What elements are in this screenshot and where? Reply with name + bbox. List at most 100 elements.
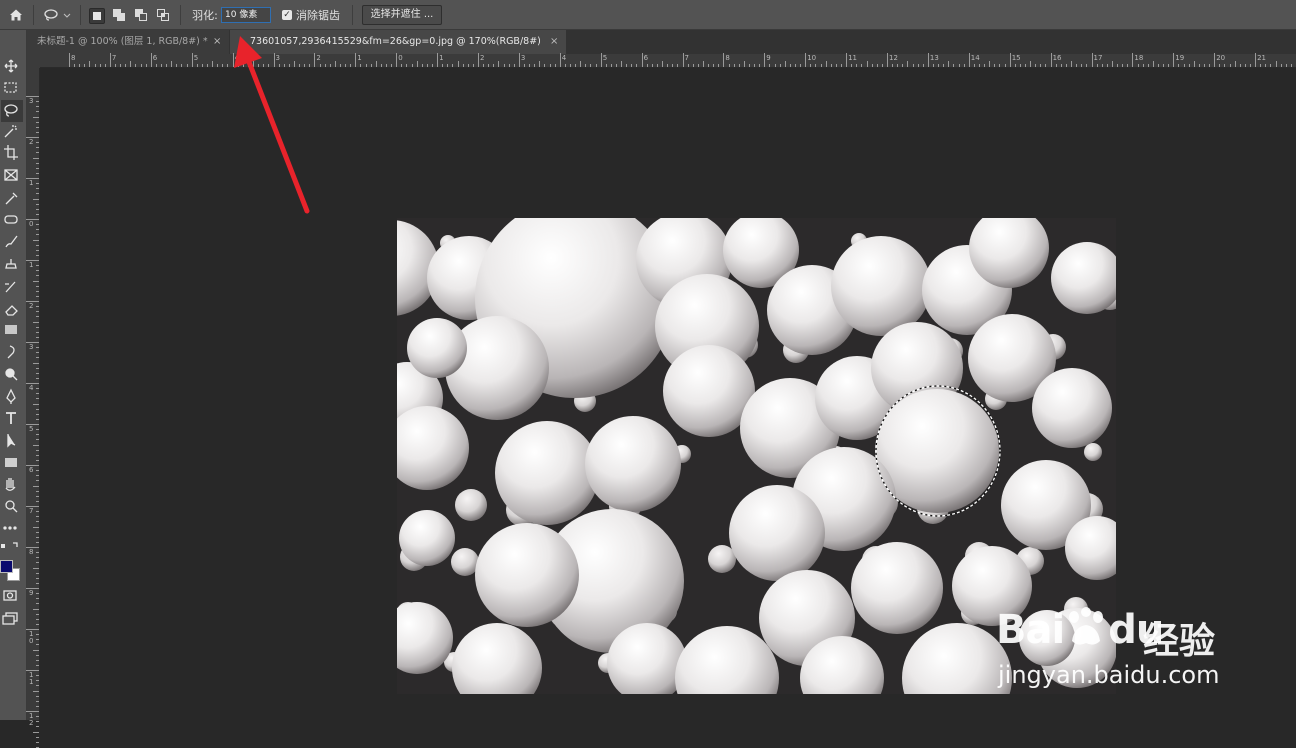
ruler-label: 11 [848, 54, 858, 62]
dodge-icon[interactable] [5, 368, 18, 381]
ruler-label: 2 [480, 54, 485, 62]
ruler-label: 21 [1257, 54, 1267, 62]
ruler-label: 14 [970, 54, 980, 62]
ruler-label: 16 [1052, 54, 1062, 62]
hand-icon[interactable] [5, 478, 16, 491]
path-select-icon[interactable] [7, 434, 16, 448]
sphere [831, 236, 931, 336]
ruler-label: 12 [889, 54, 898, 62]
antialias-checkbox[interactable]: ✓ [282, 10, 292, 20]
type-icon[interactable] [6, 412, 16, 424]
ruler-label: 19 [1175, 54, 1185, 62]
history-brush-icon[interactable] [5, 281, 16, 293]
vertical-ruler[interactable]: 32101234567891 01 11 2 [26, 68, 40, 748]
ruler-label: 7 [684, 54, 689, 62]
tab-image[interactable]: 73601057,2936415529&fm=26&gp=0.jpg @ 170… [230, 30, 566, 54]
tab-label: 未标题-1 @ 100% (图层 1, RGB/8#) * [37, 36, 208, 47]
ruler-label: 3 [520, 54, 526, 62]
antialias-label: 消除锯齿 [296, 9, 340, 22]
home-icon[interactable] [6, 0, 26, 30]
zoom-icon[interactable] [5, 500, 18, 513]
jingyan-label: 经验 [1143, 621, 1216, 662]
subtract-selection-icon[interactable] [134, 8, 148, 22]
rectangle-icon[interactable] [5, 458, 17, 467]
sphere [407, 318, 467, 378]
sphere [455, 489, 487, 521]
ruler-label: 0 [398, 54, 403, 62]
ruler-label: 4 [561, 54, 567, 62]
ruler-label: 6 [152, 54, 158, 62]
more-icon[interactable] [3, 526, 17, 530]
ruler-label: 5 [193, 54, 199, 62]
intersect-selection-icon[interactable] [156, 8, 170, 22]
add-to-selection-icon[interactable] [112, 8, 126, 22]
swap-colors-icon[interactable] [1, 542, 18, 548]
ruler-label: 20 [1216, 54, 1226, 62]
ruler-label: 8 [71, 54, 76, 62]
tab-label: 73601057,2936415529&fm=26&gp=0.jpg @ 170… [250, 36, 541, 47]
ruler-label: 0 [29, 220, 34, 228]
ruler-label: 6 [643, 54, 649, 62]
frame-icon[interactable] [4, 169, 18, 181]
ruler-label: 2 [29, 138, 34, 146]
ruler-label: 1 2 [29, 712, 34, 727]
sphere [399, 510, 455, 566]
watermark-url: jingyan.baidu.com [998, 661, 1220, 689]
ruler-label: 10 [807, 54, 817, 62]
ruler-label: 1 [29, 179, 34, 187]
stamp-icon[interactable] [5, 259, 17, 269]
brush-icon[interactable] [5, 235, 18, 248]
sphere [1084, 443, 1102, 461]
blur-icon[interactable] [7, 345, 15, 359]
ruler-label: 1 0 [29, 630, 34, 645]
ruler-label: 7 [29, 507, 34, 515]
select-and-mask-button[interactable]: 选择并遮住 ... [362, 5, 442, 25]
tab-untitled[interactable]: 未标题-1 @ 100% (图层 1, RGB/8#) * × [27, 30, 229, 54]
baidu-logo: Bai du [996, 607, 1164, 653]
ruler-label: 8 [29, 548, 34, 556]
screen-mode-icon[interactable] [2, 612, 18, 625]
healing-icon[interactable] [4, 215, 18, 224]
pen-icon[interactable] [6, 388, 16, 404]
ruler-label: 15 [1011, 54, 1021, 62]
tools-panel [0, 30, 27, 720]
quick-mask-icon[interactable] [3, 590, 17, 601]
gradient-icon [5, 325, 17, 334]
crop-icon[interactable] [4, 145, 18, 160]
ruler-label: 18 [1134, 54, 1144, 62]
ruler-label: 1 [439, 54, 444, 62]
marquee-icon[interactable] [4, 82, 17, 93]
move-icon[interactable] [4, 59, 18, 73]
options-bar: 羽化: 10 像素 ✓ 消除锯齿 选择并遮住 ... [0, 0, 1296, 30]
ruler-corner [27, 54, 40, 68]
sphere [585, 416, 681, 512]
ruler-label: 5 [29, 425, 34, 433]
ruler-label: 9 [29, 589, 34, 597]
sphere [729, 485, 825, 581]
ruler-label: 4 [29, 384, 34, 392]
tool-icons [1, 59, 23, 625]
feather-input[interactable]: 10 像素 [221, 7, 271, 23]
tab-close-icon[interactable]: × [213, 30, 221, 54]
ruler-label: 2 [316, 54, 321, 62]
sphere [851, 542, 943, 634]
eraser-icon[interactable] [5, 305, 18, 316]
ruler-label: 6 [29, 466, 34, 474]
paw-icon [1069, 607, 1104, 645]
tab-close-icon[interactable]: × [550, 30, 558, 54]
foreground-color-swatch[interactable] [0, 560, 13, 573]
new-selection-icon[interactable] [89, 8, 105, 24]
sphere [451, 548, 479, 576]
magic-wand-icon[interactable] [4, 125, 17, 138]
ruler-label: 3 [29, 343, 34, 351]
ruler-label: 13 [929, 54, 939, 62]
sphere [475, 523, 579, 627]
ruler-label: 2 [29, 302, 34, 310]
ruler-label: 1 [357, 54, 362, 62]
ruler-label: 8 [725, 54, 730, 62]
eyedropper-icon[interactable] [5, 192, 18, 205]
sphere [708, 545, 736, 573]
lasso-preset-icon[interactable] [42, 0, 72, 30]
sphere [1032, 368, 1112, 448]
horizontal-ruler[interactable]: 8 7 6 5 4 3 2 1 0 1 2 3 4 5 6 7 8 9 10 11 12 13 14 15 16 17 18 19 20… [40, 53, 1296, 68]
